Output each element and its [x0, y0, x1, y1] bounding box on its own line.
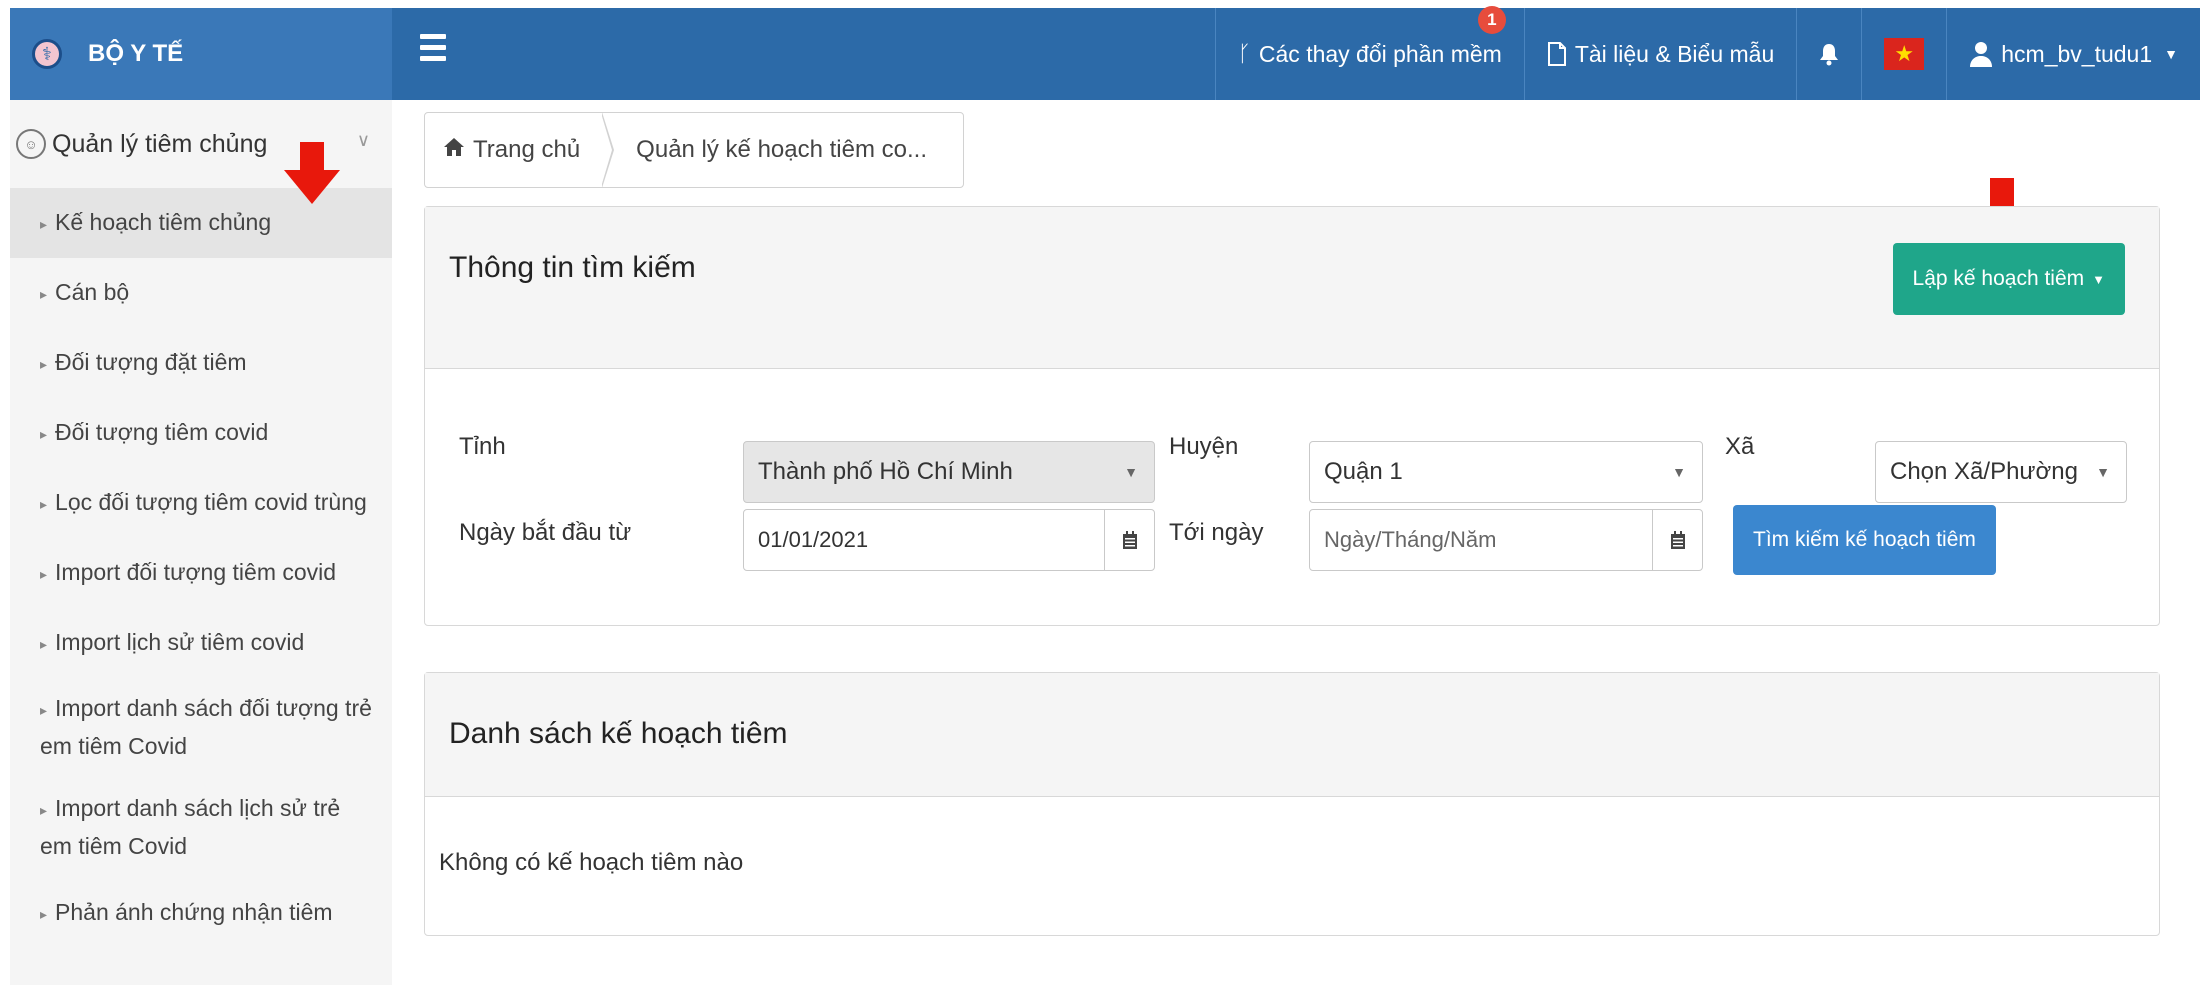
calendar-icon[interactable]	[1652, 510, 1702, 570]
caret-right-icon: ▸	[40, 215, 48, 232]
dropdown-caret-icon: ▼	[1672, 464, 1686, 480]
sidebar-item-label: Import đối tượng tiêm covid	[55, 559, 337, 586]
plan-list-title: Danh sách kế hoạch tiêm	[449, 717, 788, 750]
ward-value: Chọn Xã/Phường	[1890, 458, 2078, 485]
sidebar-item-label: Import lịch sử tiêm covid	[55, 629, 305, 656]
pdf-file-icon	[1547, 42, 1567, 66]
baby-icon: ☺	[16, 129, 46, 159]
home-icon	[443, 137, 465, 163]
bell-icon	[1819, 42, 1839, 66]
documents-link[interactable]: Tài liệu & Biểu mẫu	[1523, 8, 1796, 100]
caret-right-icon: ▸	[40, 801, 48, 818]
start-date-input[interactable]	[744, 510, 1104, 570]
search-panel: Thông tin tìm kiếm Lập kế hoạch tiêm ▼ T…	[424, 206, 2160, 626]
sidebar-item-label: Đối tượng đặt tiêm	[55, 349, 247, 376]
dropdown-caret-icon: ▼	[2096, 464, 2110, 480]
brand[interactable]: ⚕ BỘ Y TẾ	[10, 8, 392, 100]
sidebar-item-label: Kế hoạch tiêm chủng	[55, 209, 272, 236]
caret-down-icon: ▼	[2092, 271, 2105, 287]
sidebar-item-label: Cán bộ	[55, 279, 130, 306]
plan-list-header: Danh sách kế hoạch tiêm	[425, 673, 2159, 797]
create-plan-button[interactable]: Lập kế hoạch tiêm ▼	[1892, 243, 2125, 315]
empty-list-message: Không có kế hoạch tiêm nào	[439, 849, 744, 876]
search-panel-header: Thông tin tìm kiếm Lập kế hoạch tiêm ▼	[425, 207, 2159, 369]
sidebar-item-covid-subjects[interactable]: ▸ Đối tượng tiêm covid	[10, 398, 392, 468]
district-label: Huyện	[1169, 433, 1239, 460]
start-date-label: Ngày bắt đầu từ	[459, 519, 632, 546]
end-date-input[interactable]	[1310, 510, 1652, 570]
notifications-button[interactable]	[1796, 8, 1861, 100]
end-date-field[interactable]	[1309, 509, 1703, 571]
documents-label: Tài liệu & Biểu mẫu	[1574, 40, 1775, 67]
sidebar-item-booking-subjects[interactable]: ▸ Đối tượng đặt tiêm	[10, 328, 392, 398]
search-panel-title: Thông tin tìm kiếm	[449, 251, 696, 284]
caret-right-icon: ▸	[40, 495, 48, 512]
software-changes-link[interactable]: ᚴ Các thay đổi phần mềm 1	[1214, 6, 1524, 100]
province-select[interactable]: Thành phố Hồ Chí Minh ▼	[743, 441, 1155, 503]
language-switcher[interactable]: ★	[1861, 8, 1946, 100]
breadcrumb: Trang chủ Quản lý kế hoạch tiêm co...	[424, 112, 964, 188]
caret-right-icon: ▸	[40, 425, 48, 442]
caret-right-icon: ▸	[40, 701, 48, 718]
notification-count-badge: 1	[1477, 6, 1506, 34]
caret-right-icon: ▸	[40, 905, 48, 922]
create-plan-label: Lập kế hoạch tiêm	[1912, 267, 2085, 290]
menu-toggle-icon[interactable]	[420, 34, 446, 68]
sidebar-item-import-covid-history[interactable]: ▸ Import lịch sử tiêm covid	[10, 608, 392, 678]
software-changes-label: Các thay đổi phần mềm	[1258, 40, 1502, 67]
province-value: Thành phố Hồ Chí Minh	[758, 458, 1013, 485]
breadcrumb-home-label: Trang chủ	[473, 136, 581, 163]
breadcrumb-home[interactable]: Trang chủ	[425, 113, 602, 187]
username: hcm_bv_tudu1	[2001, 40, 2153, 67]
sidebar-item-staff[interactable]: ▸ Cán bộ	[10, 258, 392, 328]
end-date-label: Tới ngày	[1169, 519, 1264, 546]
sidebar-section-title: Quản lý tiêm chủng	[52, 129, 268, 158]
district-select[interactable]: Quận 1 ▼	[1309, 441, 1703, 503]
sidebar-item-import-children-list[interactable]: ▸ Import danh sách đối tượng trẻ em tiêm …	[10, 678, 392, 778]
sidebar-item-label: Lọc đối tượng tiêm covid trùng	[55, 489, 367, 516]
sidebar-item-filter-duplicates[interactable]: ▸ Lọc đối tượng tiêm covid trùng	[10, 468, 392, 538]
sidebar-item-label: Import danh sách đối tượng trẻ em tiêm C…	[40, 695, 372, 759]
ministry-logo-icon: ⚕	[32, 39, 62, 69]
plan-list-panel: Danh sách kế hoạch tiêm Không có kế hoạc…	[424, 672, 2160, 936]
top-navbar: ⚕ BỘ Y TẾ ᚴ Các thay đổi phần mềm 1 Tài …	[10, 6, 2200, 100]
calendar-icon[interactable]	[1104, 510, 1154, 570]
caret-right-icon: ▸	[40, 355, 48, 372]
brand-title: BỘ Y TẾ	[88, 40, 184, 67]
ward-label: Xã	[1725, 433, 1755, 460]
start-date-field[interactable]	[743, 509, 1155, 571]
breadcrumb-separator	[601, 112, 615, 188]
sidebar-item-label: Đối tượng tiêm covid	[55, 419, 269, 446]
province-label: Tỉnh	[459, 433, 506, 460]
sidebar-item-import-covid-subjects[interactable]: ▸ Import đối tượng tiêm covid	[10, 538, 392, 608]
sidebar-item-label: Import danh sách lịch sử trẻ em tiêm Cov…	[40, 794, 341, 859]
caret-right-icon: ▸	[40, 565, 48, 582]
breadcrumb-current: Quản lý kế hoạch tiêm co...	[636, 136, 927, 163]
sidebar-item-import-children-history[interactable]: ▸ Import danh sách lịch sử trẻ em tiêm Co…	[10, 778, 392, 878]
dropdown-caret-icon: ▼	[1124, 464, 1138, 480]
annotation-arrow-sidebar	[284, 142, 340, 204]
branch-icon: ᚴ	[1237, 41, 1251, 66]
user-icon	[1969, 41, 1993, 67]
caret-right-icon: ▸	[40, 285, 48, 302]
sidebar-item-label: Phản ánh chứng nhận tiêm	[55, 898, 333, 925]
district-value: Quận 1	[1324, 458, 1403, 485]
user-menu[interactable]: hcm_bv_tudu1 ▼	[1946, 8, 2200, 100]
vietnam-flag-icon: ★	[1884, 38, 1925, 70]
chevron-down-icon: ∨	[356, 130, 370, 150]
caret-right-icon: ▸	[40, 635, 48, 652]
search-plan-button[interactable]: Tìm kiếm kế hoạch tiêm	[1733, 505, 1996, 575]
sidebar: ☺ Quản lý tiêm chủng ∨ ▸ Kế hoạch tiêm ch…	[10, 100, 392, 985]
sidebar-item-certificate-feedback[interactable]: ▸ Phản ánh chứng nhận tiêm	[10, 878, 392, 948]
ward-select[interactable]: Chọn Xã/Phường ▼	[1875, 441, 2127, 503]
chevron-down-icon: ▼	[2164, 46, 2178, 62]
top-nav-menu: ᚴ Các thay đổi phần mềm 1 Tài liệu & Biể…	[1214, 6, 2200, 100]
